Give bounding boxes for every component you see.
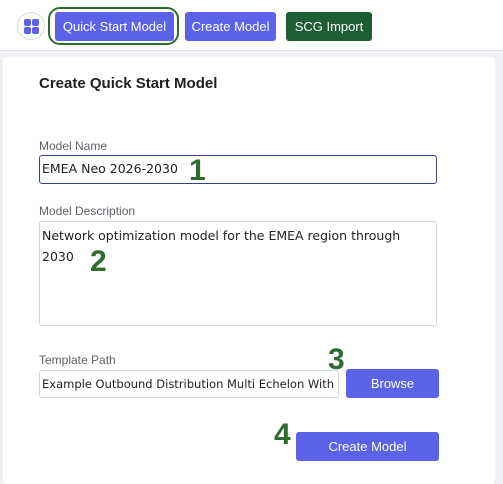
scg-import-button[interactable]: SCG Import <box>286 12 372 41</box>
top-toolbar: Quick Start Model Create Model SCG Impor… <box>0 0 503 51</box>
template-path-input[interactable]: Example Outbound Distribution Multi Eche… <box>39 370 339 398</box>
template-path-label: Template Path <box>39 353 116 367</box>
step-marker-1: 1 <box>189 154 206 187</box>
step-marker-3: 3 <box>328 343 345 376</box>
page-title: Create Quick Start Model <box>39 75 218 92</box>
grid-apps-icon[interactable] <box>17 12 45 40</box>
step-marker-2: 2 <box>90 245 107 278</box>
browse-button[interactable]: Browse <box>346 369 439 398</box>
model-description-label: Model Description <box>39 204 136 218</box>
create-model-button[interactable]: Create Model <box>296 432 439 461</box>
model-name-label: Model Name <box>39 139 108 153</box>
create-model-tab-button[interactable]: Create Model <box>185 12 276 41</box>
model-name-input[interactable]: EMEA Neo 2026-2030 <box>39 155 437 184</box>
quick-start-model-button[interactable]: Quick Start Model <box>55 12 174 41</box>
step-marker-4: 4 <box>274 418 291 451</box>
